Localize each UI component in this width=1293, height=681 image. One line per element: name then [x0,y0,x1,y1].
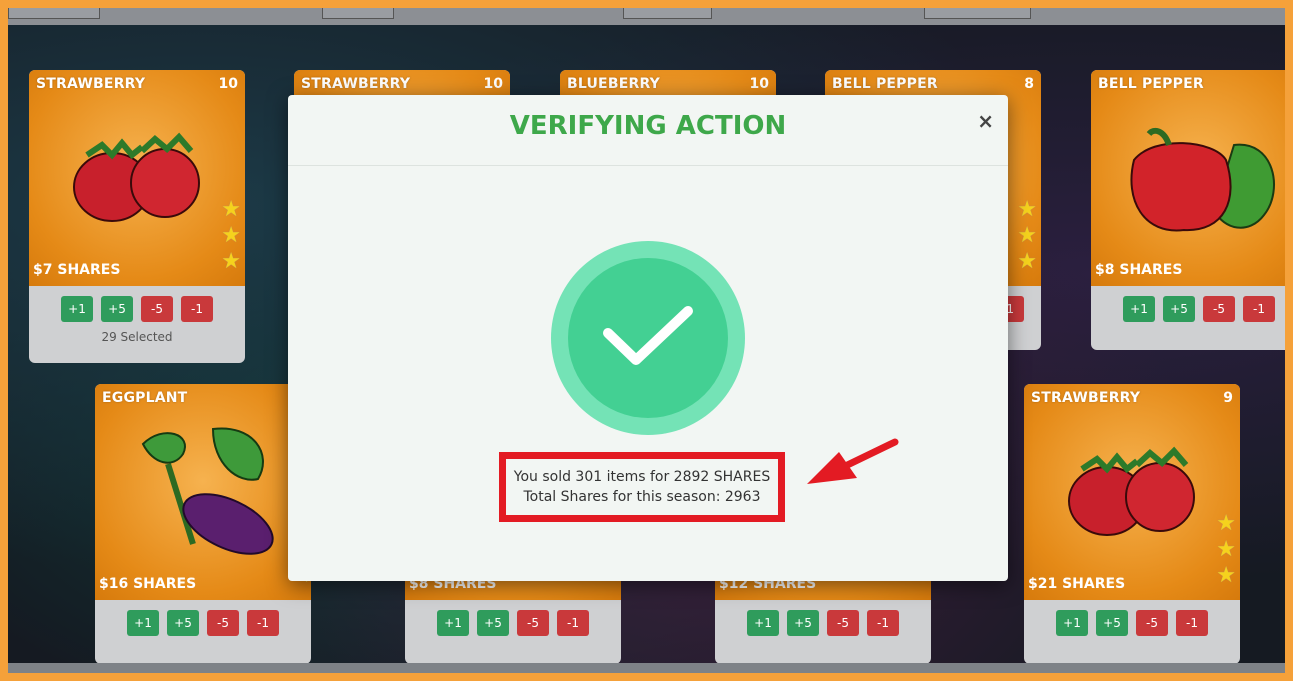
remove-one-button[interactable]: -1 [1176,610,1208,636]
produce-card-strawberry: STRAWBERRY 9 ★ ★ ★ $21 SHARES +1 +5 -5 -1 [1024,384,1240,664]
remove-one-button[interactable]: -1 [867,610,899,636]
add-five-button[interactable]: +5 [477,610,509,636]
add-one-button[interactable]: +1 [1123,296,1155,322]
result-message-box: You sold 301 items for 2892 SHARES Total… [499,452,785,522]
close-icon[interactable]: × [977,109,994,133]
remove-five-button[interactable]: -5 [1203,296,1235,322]
add-one-button[interactable]: +1 [747,610,779,636]
selected-count: 29 Selected [101,330,173,344]
top-toolbar [8,8,1285,25]
remove-five-button[interactable]: -5 [141,296,173,322]
card-title: BELL PEPPER [1098,76,1204,92]
card-quantity: 8 [1024,76,1034,92]
red-arrow-icon [807,438,899,484]
rating-stars: ★ ★ ★ [1216,511,1236,588]
produce-card-eggplant: EGGPLANT ★★ $16 SHARES +1 +5 -5 -1 [95,384,311,664]
bell-pepper-image [1091,110,1285,250]
remove-five-button[interactable]: -5 [827,610,859,636]
remove-one-button[interactable]: -1 [247,610,279,636]
toolbar-tab[interactable] [8,8,100,19]
toolbar-tab[interactable] [924,8,1031,19]
bottom-bar [8,663,1285,673]
add-five-button[interactable]: +5 [167,610,199,636]
add-five-button[interactable]: +5 [1163,296,1195,322]
card-title: EGGPLANT [102,390,188,406]
strawberry-image [1024,424,1240,564]
eggplant-image [95,424,311,564]
card-title: BLUEBERRY [567,76,660,92]
add-five-button[interactable]: +5 [787,610,819,636]
add-one-button[interactable]: +1 [437,610,469,636]
card-title: STRAWBERRY [1031,390,1141,406]
remove-one-button[interactable]: -1 [557,610,589,636]
add-five-button[interactable]: +5 [101,296,133,322]
card-price: $8 SHARES [1095,262,1183,278]
remove-five-button[interactable]: -5 [207,610,239,636]
card-quantity: 9 [1223,390,1233,406]
add-one-button[interactable]: +1 [61,296,93,322]
card-title: STRAWBERRY [301,76,411,92]
success-check-icon [551,241,745,435]
modal-title: VERIFYING ACTION [509,111,787,141]
toolbar-tab[interactable] [322,8,394,19]
strawberry-image [29,110,245,250]
card-price: $16 SHARES [99,576,197,592]
card-price: $21 SHARES [1028,576,1126,592]
card-price: $7 SHARES [33,262,121,278]
verifying-action-modal: VERIFYING ACTION × You sold 301 items fo… [288,95,1008,581]
toolbar-tab[interactable] [623,8,712,19]
card-title: BELL PEPPER [832,76,938,92]
card-quantity: 10 [218,76,238,92]
card-quantity: 10 [483,76,503,92]
remove-one-button[interactable]: -1 [1243,296,1275,322]
total-shares-message: Total Shares for this season: 2963 [523,489,761,505]
add-one-button[interactable]: +1 [127,610,159,636]
remove-five-button[interactable]: -5 [517,610,549,636]
rating-stars: ★ ★ ★ [1017,197,1037,274]
card-quantity: 10 [749,76,769,92]
rating-stars: ★ ★ ★ [221,197,241,274]
remove-one-button[interactable]: -1 [181,296,213,322]
sold-message: You sold 301 items for 2892 SHARES [513,469,771,485]
modal-header: VERIFYING ACTION × [288,95,1008,166]
add-one-button[interactable]: +1 [1056,610,1088,636]
card-title: STRAWBERRY [36,76,146,92]
remove-five-button[interactable]: -5 [1136,610,1168,636]
add-five-button[interactable]: +5 [1096,610,1128,636]
produce-card-bell-pepper: BELL PEPPER ★★★ $8 SHARES +1 +5 -5 -1 [1091,70,1285,350]
produce-card-strawberry: STRAWBERRY 10 ★ ★ ★ $7 SHARES +1 +5 -5 -1 … [29,70,245,363]
